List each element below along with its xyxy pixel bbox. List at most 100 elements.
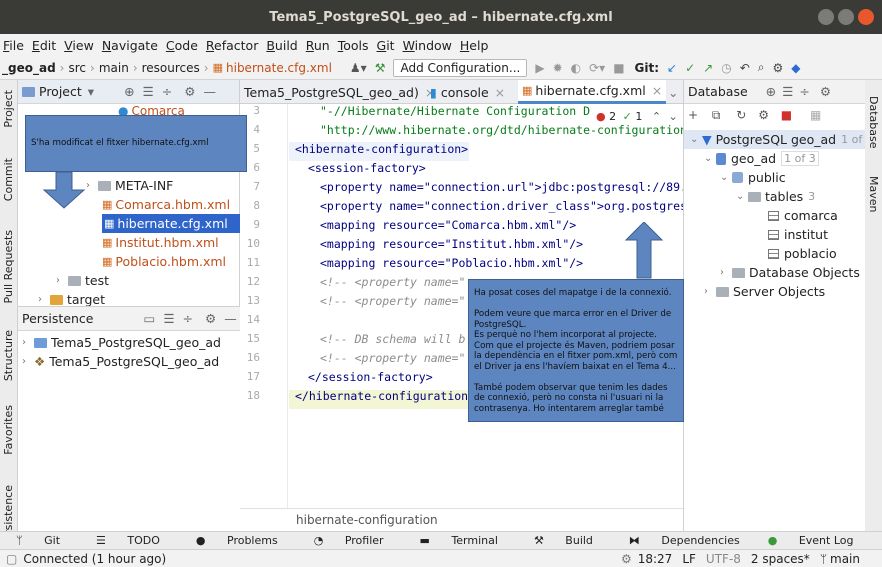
target-icon[interactable]: ⊕ [766,84,776,99]
layout-icon[interactable]: ▭ [144,311,156,326]
run-icon[interactable]: ▶ [535,61,544,75]
user-icon[interactable]: ♟▾ [350,61,367,75]
todo-tool-button[interactable]: ☰ TODO [88,534,170,547]
expand-icon[interactable]: ÷ [183,311,193,326]
maximize-button[interactable] [838,9,854,25]
chevron-down-icon[interactable]: ⌄ [736,191,748,202]
structure-tool-tab[interactable]: Structure [2,330,15,381]
table-view-icon[interactable]: ▦ [810,108,821,122]
table-row-institut[interactable]: institut [768,225,828,244]
menu-run[interactable]: Run [306,38,330,53]
tab-console[interactable]: ▮ console × [426,80,509,104]
layout-icon[interactable]: ▢ [6,552,17,566]
breadcrumb-main[interactable]: main [99,61,129,75]
commit-tool-tab[interactable]: Commit [2,158,15,201]
code-line[interactable]: "-//Hibernate/Hibernate Configuration D [320,104,590,118]
dependencies-tool-button[interactable]: ⧓ Dependencies [621,534,750,547]
collapse-icon[interactable]: ☰ [163,311,174,326]
indent-setting[interactable]: 2 spaces* [751,552,810,566]
menu-git[interactable]: Git [377,38,395,53]
breadcrumb-file[interactable]: hibernate.cfg.xml [226,61,332,75]
chevron-right-icon[interactable]: › [720,267,732,278]
tree-item-meta-inf[interactable]: › META-INF [86,176,240,195]
profile-icon[interactable]: ⟳▾ [589,61,605,75]
tree-item-poblacio-hbm[interactable]: ▦ Poblacio.hbm.xml [102,252,240,271]
search-icon[interactable]: ⌕ [758,60,765,75]
debug-icon[interactable]: ✹ [553,61,563,75]
menu-code[interactable]: Code [166,38,198,53]
project-tool-tab[interactable]: Project [2,90,15,128]
menu-help[interactable]: Help [460,38,489,53]
menu-view[interactable]: View [64,38,94,53]
hide-icon[interactable]: — [224,311,237,326]
tree-item-comarca-hbm[interactable]: ▦ Comarca.hbm.xml [102,195,240,214]
menu-build[interactable]: Build [266,38,297,53]
menu-refactor[interactable]: Refactor [206,38,258,53]
persistence-item[interactable]: › Tema5_PostgreSQL_geo_ad [22,333,221,352]
tab-hibernate-cfg[interactable]: ▦ hibernate.cfg.xml × [518,80,667,104]
code-line[interactable]: <session-factory> [308,161,426,175]
collapse-icon[interactable]: ☰ [782,84,793,99]
tree-item-test[interactable]: › test [56,271,109,290]
add-icon[interactable]: + [688,108,698,122]
profiler-tool-button[interactable]: ◔ Profiler [306,534,394,547]
copy-icon[interactable]: ⧉ [712,108,721,122]
tables-row[interactable]: ⌄ tables 3 [736,187,815,206]
chevron-right-icon[interactable]: › [22,356,34,367]
history-icon[interactable]: ◷ [721,61,731,75]
menu-tools[interactable]: Tools [338,38,369,53]
datasource-row[interactable]: ⌄ ▼ PostgreSQL geo_ad 1 of [684,130,866,149]
rollback-icon[interactable]: ↶ [740,61,750,75]
persistence-item[interactable]: › ❖ Tema5_PostgreSQL_geo_ad [22,352,219,371]
database-tool-tab[interactable]: Database [867,96,880,149]
code-line[interactable]: <mapping resource="Poblacio.hbm.xml"/> [320,256,583,270]
tree-item-hibernate-cfg[interactable]: ▦ hibernate.cfg.xml [102,214,240,233]
close-button[interactable] [858,9,874,25]
favorites-tool-tab[interactable]: Favorites [2,405,15,455]
persistence-tool-tab[interactable]: rsistence [2,485,15,535]
caret-position[interactable]: 18:27 [638,552,673,566]
chevron-right-icon[interactable]: › [56,275,68,286]
add-configuration-button[interactable]: Add Configuration... [393,58,528,77]
database-objects-row[interactable]: › Database Objects [720,263,860,282]
code-line[interactable]: </hibernate-configuration> [295,389,475,403]
expand-icon[interactable]: ÷ [799,84,809,99]
maven-tool-tab[interactable]: Maven [867,176,880,212]
git-commit-icon[interactable]: ✓ [685,61,695,75]
close-icon[interactable]: × [652,83,662,98]
code-line[interactable]: </session-factory> [308,370,433,384]
code-line[interactable]: <!-- <property name=" [320,294,465,308]
chevron-down-icon[interactable]: ⌄ [720,172,732,183]
chevron-down-icon[interactable]: ▾ [88,84,94,99]
chevron-down-icon[interactable]: ⌄ [690,134,702,145]
hammer-icon[interactable]: ⚒ [375,61,386,75]
minimize-button[interactable] [818,9,834,25]
event-log-button[interactable]: ● Event Log [760,534,864,547]
gear-icon[interactable]: ⚙ [184,84,195,99]
stop-icon[interactable]: ■ [781,108,792,122]
code-line[interactable]: <property name="connection.driver_class"… [320,199,687,213]
line-separator[interactable]: LF [682,552,696,566]
editor-breadcrumb[interactable]: hibernate-configuration [240,508,683,531]
code-line[interactable]: <property name="connection.url">jdbc:pos… [320,180,687,194]
gear-icon[interactable]: ⚙ [773,61,784,75]
git-branch[interactable]: main [830,552,860,566]
menu-window[interactable]: Window [403,38,452,53]
expand-icon[interactable]: ÷ [162,84,172,99]
chevron-up-icon[interactable]: ⌃ [652,110,661,123]
menu-file[interactable]: File [3,38,24,53]
code-line[interactable]: <hibernate-configuration> [295,142,468,156]
chevron-right-icon[interactable]: › [704,286,716,297]
chevron-right-icon[interactable]: › [22,337,34,348]
table-row-comarca[interactable]: comarca [768,206,838,225]
tabs-dropdown[interactable]: ⌄ [664,80,682,104]
stop-icon[interactable]: ■ [613,61,624,75]
chevron-right-icon[interactable]: › [86,180,98,191]
tab-pom[interactable]: Tema5_PostgreSQL_geo_ad) × [240,80,439,104]
plugin-icon[interactable]: ◆ [791,61,800,75]
project-panel-title[interactable]: Project [39,84,82,99]
breadcrumb-resources[interactable]: resources [142,61,200,75]
code-line[interactable]: <mapping resource="Institut.hbm.xml"/> [320,237,583,251]
database-row[interactable]: ⌄ geo_ad 1 of 3 [704,149,819,168]
inspection-widget[interactable]: ● 2 ✓ 1 ⌃ ⌄ [596,110,678,123]
